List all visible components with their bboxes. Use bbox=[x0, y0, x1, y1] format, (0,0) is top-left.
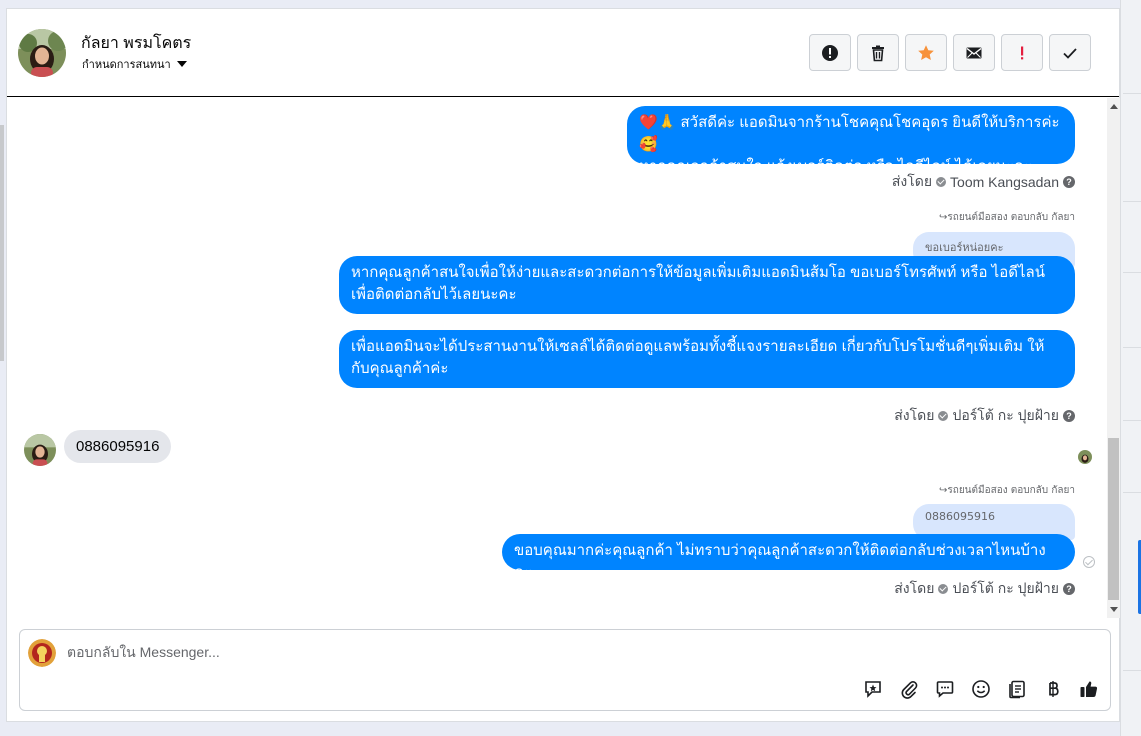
exclamation-icon bbox=[1021, 46, 1024, 59]
attachment-icon[interactable] bbox=[898, 678, 920, 700]
message-text: เพื่อติดต่อกลับไว้เลยนะคะ bbox=[351, 286, 517, 303]
message-bubble-outgoing[interactable]: เพื่อแอดมินจะได้ประสานงานให้เซลล์ได้ติดต… bbox=[339, 330, 1075, 388]
message-thread: ❤️🙏 สวัสดีค่ะ แอดมินจากร้านโชคคุณโชคอุดร… bbox=[7, 98, 1107, 618]
envelope-icon bbox=[966, 47, 982, 58]
emoji-icon[interactable] bbox=[970, 678, 992, 700]
scroll-up-icon[interactable] bbox=[1110, 104, 1118, 109]
verified-icon bbox=[938, 411, 949, 421]
right-panel-edge bbox=[1120, 0, 1141, 736]
scrollbar-thumb[interactable] bbox=[1108, 438, 1119, 600]
help-icon[interactable]: ? bbox=[1063, 176, 1075, 188]
message-text: หากคุณลูกค้าสนใจเพื่อให้ง่ายและสะดวกต่อก… bbox=[351, 264, 1045, 281]
assign-label: กำหนดการสนทนา bbox=[82, 58, 171, 71]
composer-tools bbox=[862, 678, 1100, 700]
sent-by-prefix: ส่งโดย bbox=[891, 173, 933, 189]
mark-done-button[interactable] bbox=[1049, 34, 1091, 71]
quoted-text: ขอเบอร์หน่อยคะ bbox=[925, 241, 1004, 254]
sent-by: ส่งโดย Toom Kangsadan ? bbox=[892, 171, 1075, 193]
delete-button[interactable] bbox=[857, 34, 899, 71]
thumbs-up-icon[interactable] bbox=[1078, 678, 1100, 700]
sent-by: ส่งโดย ปอร์โต้ กะ ปุยฝ้าย ? bbox=[894, 578, 1075, 600]
help-icon[interactable]: ? bbox=[1063, 410, 1075, 422]
conversation-panel: กัลยา พรมโคตร กำหนดการสนทนา ❤️🙏 สวัสดีค่… bbox=[6, 8, 1120, 722]
left-panel-edge bbox=[0, 125, 4, 361]
conversation-header: กัลยา พรมโคตร กำหนดการสนทนา bbox=[7, 9, 1119, 97]
trash-icon bbox=[872, 45, 884, 61]
contact-name[interactable]: กัลยา พรมโคตร bbox=[81, 31, 191, 56]
assign-conversation-dropdown[interactable]: กำหนดการสนทนา bbox=[82, 55, 187, 73]
star-icon bbox=[918, 44, 934, 60]
sent-by-name: ปอร์โต้ กะ ปุยฝ้าย bbox=[952, 580, 1059, 596]
message-bubble-outgoing[interactable]: ❤️🙏 สวัสดีค่ะ แอดมินจากร้านโชคคุณโชคอุดร… bbox=[627, 106, 1075, 175]
message-bubble-outgoing[interactable]: หากคุณลูกค้าสนใจเพื่อให้ง่ายและสะดวกต่อก… bbox=[339, 256, 1075, 314]
chevron-down-icon bbox=[176, 61, 187, 67]
sent-by-name: Toom Kangsadan bbox=[950, 174, 1059, 190]
scroll-down-icon[interactable] bbox=[1110, 607, 1118, 612]
reply-input[interactable] bbox=[67, 644, 767, 660]
sent-status-icon bbox=[1083, 556, 1095, 568]
follow-up-button[interactable] bbox=[1001, 34, 1043, 71]
baht-icon[interactable] bbox=[1042, 678, 1064, 700]
contact-avatar[interactable] bbox=[18, 29, 66, 77]
star-button[interactable] bbox=[905, 34, 947, 71]
sender-avatar[interactable] bbox=[24, 434, 56, 466]
mark-spam-button[interactable] bbox=[809, 34, 851, 71]
sent-by-prefix: ส่งโดย bbox=[894, 580, 935, 596]
header-actions bbox=[809, 34, 1091, 71]
check-icon bbox=[1063, 47, 1077, 59]
message-bubble-outgoing[interactable]: ขอบคุณมากค่ะคุณลูกค้า ไม่ทราบว่าคุณลูกค้… bbox=[502, 534, 1075, 581]
sent-by-prefix: ส่งโดย bbox=[894, 407, 935, 423]
message-composer bbox=[19, 629, 1111, 711]
message-bubble-incoming[interactable]: 0886095916 bbox=[64, 430, 172, 463]
help-icon[interactable]: ? bbox=[1063, 583, 1075, 595]
reply-label: ↪รถยนต์มือสอง ตอบกลับ กัลยา bbox=[939, 212, 1075, 223]
message-text: ❤️🙏 สวัสดีค่ะ แอดมินจากร้านโชคคุณโชคอุดร… bbox=[639, 114, 1060, 153]
verified-icon bbox=[938, 584, 949, 594]
saved-reply-icon[interactable] bbox=[862, 678, 884, 700]
mark-unread-button[interactable] bbox=[953, 34, 995, 71]
reply-label: ↪รถยนต์มือสอง ตอบกลับ กัลยา bbox=[939, 485, 1075, 496]
verified-icon bbox=[936, 177, 947, 187]
thread-scrollbar[interactable] bbox=[1107, 98, 1120, 618]
message-text: กับคุณลูกค้าค่ะ bbox=[351, 360, 449, 377]
seen-avatar bbox=[1078, 450, 1092, 464]
quoted-text: 0886095916 bbox=[925, 510, 995, 523]
chat-bubble-icon[interactable] bbox=[934, 678, 956, 700]
alert-circle-icon bbox=[822, 44, 838, 61]
sent-by: ส่งโดย ปอร์โต้ กะ ปุยฝ้าย ? bbox=[894, 405, 1075, 427]
page-avatar bbox=[28, 639, 56, 667]
message-text: เพื่อแอดมินจะได้ประสานงานให้เซลล์ได้ติดต… bbox=[351, 338, 1045, 355]
sent-by-name: ปอร์โต้ กะ ปุยฝ้าย bbox=[952, 407, 1059, 423]
notes-icon[interactable] bbox=[1006, 678, 1028, 700]
message-text: 0886095916 bbox=[76, 438, 160, 455]
